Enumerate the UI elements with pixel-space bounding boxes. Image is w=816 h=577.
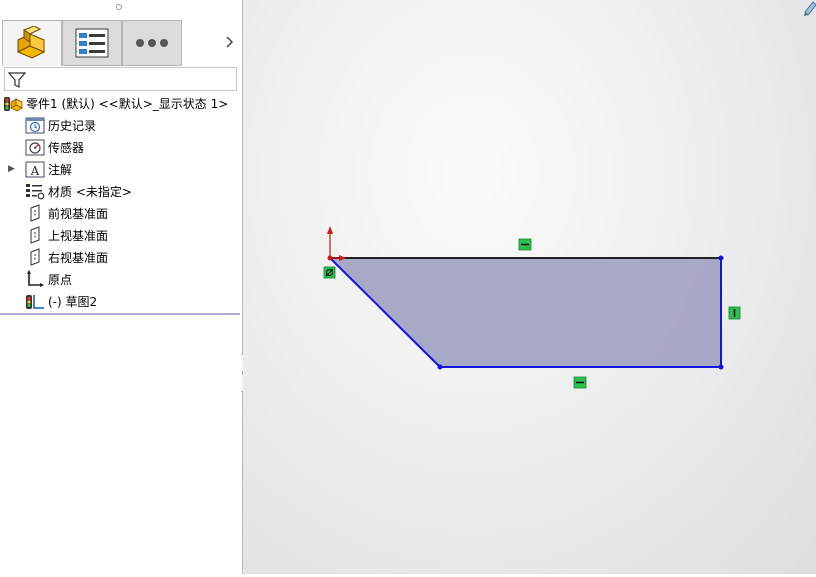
tree-item-sensors[interactable]: 传感器	[25, 137, 84, 157]
tree-item-label: 前视基准面	[48, 206, 109, 221]
panel-resize-grip[interactable]	[116, 4, 122, 10]
svg-text:A: A	[30, 164, 40, 178]
sketch-canvas	[323, 226, 741, 389]
plane-icon	[25, 248, 45, 266]
coincident-relation-icon[interactable]	[323, 266, 336, 279]
tree-item-label: 传感器	[48, 140, 85, 155]
chevron-right-icon	[226, 36, 234, 48]
sketch-point[interactable]	[718, 364, 724, 370]
plane-icon	[25, 204, 45, 222]
tree-item-label: 历史记录	[48, 118, 97, 133]
tree-item-annotations[interactable]: A 注解	[25, 159, 72, 179]
tree-item-history[interactable]: 历史记录	[25, 115, 96, 135]
sketch-point[interactable]	[437, 364, 443, 370]
tab-scroll-right-button[interactable]	[222, 32, 238, 52]
part-traffic-light-icon	[3, 94, 23, 112]
plane-icon	[25, 226, 45, 244]
tree-root-label: 零件1 (默认) <<默认>_显示状态 1>	[26, 96, 229, 111]
ellipsis-icon	[136, 39, 168, 47]
tree-filter-input[interactable]	[4, 67, 237, 91]
tree-item-label: (-) 草图2	[48, 294, 98, 309]
tree-item-sketch2[interactable]: (-) 草图2	[25, 291, 97, 311]
tree-item-front-plane[interactable]: 前视基准面	[25, 203, 108, 223]
more-tabs[interactable]	[122, 20, 182, 66]
sensor-icon	[25, 138, 45, 156]
origin-icon	[25, 270, 45, 288]
tree-root-part[interactable]: 零件1 (默认) <<默认>_显示状态 1>	[3, 93, 228, 113]
sketch-region[interactable]	[330, 258, 721, 367]
tree-item-label: 原点	[48, 272, 73, 287]
annotation-expand-toggle[interactable]: ▶	[8, 164, 15, 174]
material-icon	[25, 182, 45, 200]
tree-item-label: 注解	[48, 162, 73, 177]
feature-manager-panel: 零件1 (默认) <<默认>_显示状态 1> ▶ 历史记录 传感器 A 注解 材…	[0, 0, 243, 574]
tree-item-label: 上视基准面	[48, 228, 109, 243]
history-icon	[25, 116, 45, 134]
graphics-area[interactable]	[243, 0, 816, 574]
vertical-relation-icon[interactable]	[728, 306, 741, 320]
filter-icon	[8, 72, 26, 88]
horizontal-relation-icon[interactable]	[573, 376, 587, 389]
part-icon	[16, 26, 46, 59]
property-manager-tab[interactable]	[62, 20, 122, 66]
tree-item-material[interactable]: 材质 <未指定>	[25, 181, 132, 201]
tree-item-label: 右视基准面	[48, 250, 109, 265]
horizontal-relation-icon[interactable]	[518, 238, 532, 251]
origin-marker-icon[interactable]	[327, 226, 346, 261]
sketch-point[interactable]	[718, 255, 724, 261]
tree-item-right-plane[interactable]: 右视基准面	[25, 247, 108, 267]
annotation-icon: A	[25, 160, 45, 178]
tree-item-label: 材质 <未指定>	[48, 184, 132, 199]
tree-item-top-plane[interactable]: 上视基准面	[25, 225, 108, 245]
rollback-bar[interactable]	[0, 313, 240, 315]
pencil-icon[interactable]	[803, 0, 816, 16]
feature-manager-tab[interactable]	[2, 20, 62, 66]
tree-item-origin[interactable]: 原点	[25, 269, 72, 289]
property-list-icon	[75, 28, 109, 58]
sketch-icon	[25, 292, 45, 310]
